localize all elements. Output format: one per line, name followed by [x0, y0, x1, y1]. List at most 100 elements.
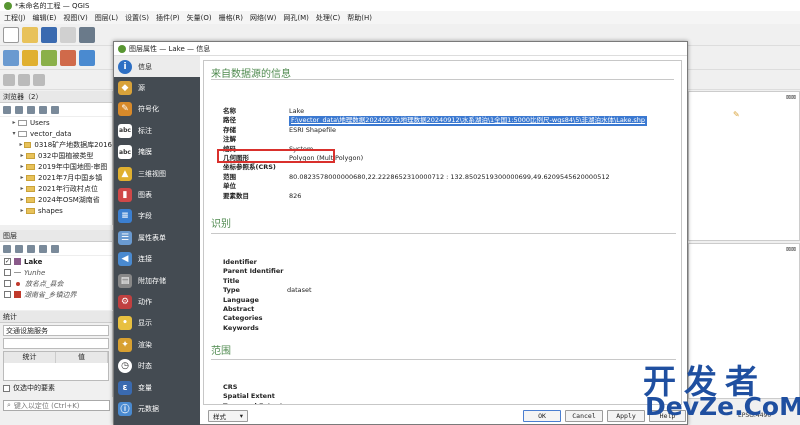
- selected-only-option[interactable]: 仅选中的要素: [3, 383, 109, 393]
- layer-visibility-checkbox[interactable]: ✓: [4, 258, 11, 265]
- sidebar-item-actions[interactable]: ⚙ 动作: [114, 291, 200, 312]
- extent-row-temporal: Temporal Extent: [223, 402, 287, 404]
- browser-item[interactable]: ▾ vector_data: [0, 128, 112, 139]
- open-styling-icon[interactable]: [3, 244, 11, 253]
- menu-view[interactable]: 视图(V): [63, 13, 87, 23]
- sidebar-item-temporal[interactable]: ◷ 时态: [114, 355, 200, 376]
- sidebar-item-source[interactable]: ◆ 源: [114, 77, 200, 98]
- sidebar-item-label: 变量: [138, 383, 152, 392]
- layout-manager-icon[interactable]: [79, 26, 95, 43]
- browser-item[interactable]: ▸ 2021年行政村点位: [0, 183, 112, 194]
- layer-visibility-checkbox[interactable]: [4, 291, 11, 298]
- sidebar-item-information[interactable]: i 信息: [114, 56, 200, 78]
- auxiliary-storage-icon: ▤: [118, 273, 132, 288]
- new-project-icon[interactable]: [3, 26, 19, 43]
- menu-edit[interactable]: 编辑(E): [33, 13, 57, 23]
- layer-row-points[interactable]: 放名点_县会: [0, 278, 112, 289]
- data-source-manager-icon[interactable]: [3, 49, 19, 66]
- print-layout-icon[interactable]: [60, 26, 76, 43]
- browser-item[interactable]: ▸ 2019年中国地图-审图: [0, 161, 112, 172]
- sidebar-item-labels[interactable]: abc 标注: [114, 120, 200, 141]
- menu-settings[interactable]: 设置(S): [125, 13, 149, 23]
- menu-vector[interactable]: 矢量(O): [187, 13, 212, 23]
- add-selected-layers-icon[interactable]: [3, 105, 11, 114]
- browser-item[interactable]: ▸ 2021年7月中国乡镇: [0, 172, 112, 183]
- layer-visibility-checkbox[interactable]: [4, 280, 11, 287]
- close-panel-icon[interactable]: ⊠⊠: [786, 94, 796, 101]
- expand-arrow-icon[interactable]: ▸: [18, 174, 26, 181]
- close-panel-icon[interactable]: ⊠⊠: [786, 246, 796, 253]
- style-dropdown-button[interactable]: 样式 ▾: [208, 410, 248, 422]
- expand-arrow-icon[interactable]: ▸: [18, 196, 26, 203]
- sidebar-item-display[interactable]: • 显示: [114, 313, 200, 334]
- expand-arrow-icon[interactable]: ▸: [10, 119, 18, 126]
- layer-visibility-checkbox[interactable]: [4, 269, 11, 276]
- menu-help[interactable]: 帮助(H): [347, 13, 372, 23]
- sidebar-item-metadata[interactable]: ⓘ 元数据: [114, 398, 200, 419]
- sidebar-item-masks[interactable]: abc 掩膜: [114, 142, 200, 163]
- layer-row-lake[interactable]: ✓ Lake: [0, 256, 112, 267]
- add-vector-layer-icon[interactable]: [41, 49, 57, 66]
- browser-item[interactable]: ▸ 0318矿产地数据库2016: [0, 139, 112, 150]
- menu-project[interactable]: 工程(J): [4, 13, 26, 23]
- expand-arrow-icon[interactable]: ▸: [18, 152, 26, 159]
- collapse-arrow-icon[interactable]: ▾: [10, 130, 18, 137]
- sidebar-item-symbology[interactable]: ✎ 符号化: [114, 99, 200, 120]
- expand-all-icon[interactable]: [51, 244, 59, 253]
- menu-raster[interactable]: 栅格(R): [219, 13, 243, 23]
- statistics-field-select[interactable]: [3, 338, 109, 349]
- add-csv-layer-icon[interactable]: [79, 49, 95, 66]
- sidebar-item-variables[interactable]: ε 变量: [114, 377, 200, 398]
- layer-row-yunhe[interactable]: Yunhe: [0, 267, 112, 278]
- expand-arrow-icon[interactable]: ▸: [18, 163, 26, 170]
- browser-item[interactable]: ▸ 2024年OSM湖南省: [0, 194, 112, 205]
- path-link[interactable]: F:\vector_data\地理数据20240912\地理数据20240912…: [289, 116, 648, 126]
- save-edits-icon[interactable]: [18, 73, 30, 86]
- collapse-all-icon[interactable]: [39, 105, 47, 114]
- sidebar-item-auxiliary-storage[interactable]: ▤ 附加存储: [114, 270, 200, 291]
- window-titlebar: *未命名的工程 — QGIS: [0, 0, 800, 11]
- open-project-icon[interactable]: [22, 26, 38, 43]
- menu-web[interactable]: 网络(W): [250, 13, 276, 23]
- cancel-button[interactable]: Cancel: [565, 410, 603, 422]
- refresh-icon[interactable]: [15, 105, 23, 114]
- menu-mesh[interactable]: 网孔(M): [283, 13, 309, 23]
- menu-plugins[interactable]: 插件(P): [156, 13, 180, 23]
- selected-only-checkbox[interactable]: [3, 384, 10, 392]
- info-row-path: 路径 F:\vector_data\地理数据20240912\地理数据202409…: [223, 116, 648, 126]
- sidebar-item-fields[interactable]: ≡ 字段: [114, 206, 200, 227]
- save-project-icon[interactable]: [41, 26, 57, 43]
- sidebar-item-joins[interactable]: ◀ 连接: [114, 249, 200, 270]
- expand-arrow-icon[interactable]: ▸: [18, 185, 26, 192]
- layer-name: 放名点_县会: [25, 279, 64, 288]
- sidebar-item-attributes-form[interactable]: ☰ 属性表单: [114, 227, 200, 248]
- edit-toggle-icon[interactable]: [3, 73, 15, 86]
- manage-visibility-icon[interactable]: [27, 244, 35, 253]
- new-geopackage-icon[interactable]: [22, 49, 38, 66]
- sidebar-item-3d-view[interactable]: ▲ 三维视图: [114, 163, 200, 184]
- locator-input[interactable]: ⌕ 键入以定位 (Ctrl+K): [3, 400, 110, 411]
- statistics-layer-select[interactable]: 交通设施服务: [3, 325, 109, 336]
- filter-legend-icon[interactable]: [39, 244, 47, 253]
- apply-button[interactable]: Apply: [607, 410, 645, 422]
- add-raster-layer-icon[interactable]: [60, 49, 76, 66]
- browser-item[interactable]: ▸ Users: [0, 117, 112, 128]
- help-icon[interactable]: [51, 105, 59, 114]
- menu-layer[interactable]: 图层(L): [95, 13, 118, 23]
- sidebar-item-rendering[interactable]: ✦ 渲染: [114, 334, 200, 355]
- fields-icon: ≡: [118, 209, 132, 224]
- add-feature-icon[interactable]: [33, 73, 45, 86]
- filter-icon[interactable]: [27, 105, 35, 114]
- ok-button[interactable]: OK: [523, 410, 561, 422]
- dialog-sidebar: i 信息 ◆ 源 ✎ 符号化 abc 标注 abc 掩膜 ▲ 三维视图 ▮ 图表…: [114, 56, 200, 425]
- layer-row-boundary[interactable]: 湖南省_乡镇边界: [0, 289, 112, 300]
- menu-processing[interactable]: 处理(C): [316, 13, 340, 23]
- browser-item[interactable]: ▸ 032中国植被类型: [0, 150, 112, 161]
- identify-tool-icon[interactable]: ✎: [733, 110, 740, 119]
- browser-item[interactable]: ▸ shapes: [0, 205, 112, 216]
- ident-key: Title: [223, 276, 240, 285]
- add-group-icon[interactable]: [15, 244, 23, 253]
- sidebar-item-diagrams[interactable]: ▮ 图表: [114, 184, 200, 205]
- expand-arrow-icon[interactable]: ▸: [18, 207, 26, 214]
- encoding-highlight-box: [217, 149, 335, 163]
